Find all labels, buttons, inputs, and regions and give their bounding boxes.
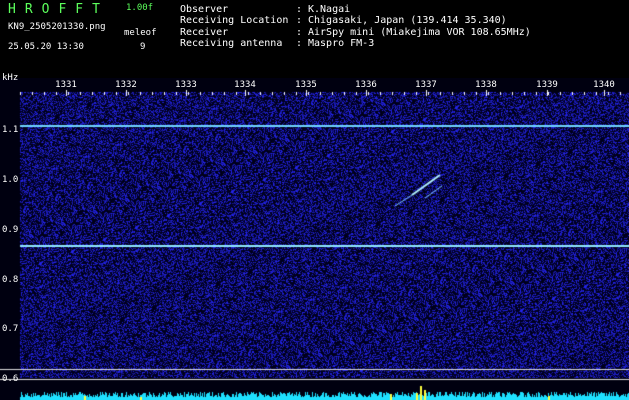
observer-colon: :	[296, 4, 303, 15]
mode-label: meleof	[124, 28, 157, 38]
location-value: Chigasaki, Japan (139.414 35.340)	[308, 15, 507, 26]
y-tick-label: 0.6	[2, 374, 19, 384]
x-tick-label: 1340	[593, 80, 615, 90]
x-tick-label: 1331	[55, 80, 77, 90]
antenna-label: Receiving antenna	[180, 38, 283, 49]
hrofft-window: HROFFT 1.00f KN9_2505201330.png 25.05.20…	[0, 0, 629, 400]
x-tick-label: 1337	[415, 80, 437, 90]
receiver-label: Receiver	[180, 27, 229, 38]
antenna-colon: :	[296, 38, 303, 49]
x-tick-label: 1332	[115, 80, 137, 90]
location-colon: :	[296, 15, 303, 26]
x-tick-label: 1336	[355, 80, 377, 90]
app-logo: HROFFT	[8, 2, 109, 17]
observer-value: K.Nagai	[308, 4, 351, 15]
observer-label: Observer	[180, 4, 229, 15]
spectrogram	[0, 78, 629, 400]
receiver-value: AirSpy mini (Miakejima VOR 108.65MHz)	[308, 27, 531, 38]
app-version: 1.00f	[126, 3, 154, 13]
y-tick-label: 1.1	[2, 125, 19, 135]
receiver-colon: :	[296, 27, 303, 38]
file-name: KN9_2505201330.png	[8, 22, 106, 32]
x-tick-label: 1338	[475, 80, 497, 90]
y-axis-unit: kHz	[2, 73, 19, 83]
mode-value: 9	[140, 42, 146, 52]
y-tick-label: 0.7	[2, 324, 19, 334]
y-tick-label: 1.0	[2, 175, 19, 185]
location-label: Receiving Location	[180, 15, 289, 26]
x-tick-label: 1333	[175, 80, 197, 90]
x-tick-label: 1339	[536, 80, 558, 90]
x-tick-label: 1334	[234, 80, 256, 90]
y-tick-label: 0.9	[2, 225, 19, 235]
x-tick-label: 1335	[295, 80, 317, 90]
antenna-value: Maspro FM-3	[308, 38, 375, 49]
y-tick-label: 0.8	[2, 275, 19, 285]
date-time: 25.05.20 13:30	[8, 42, 84, 52]
